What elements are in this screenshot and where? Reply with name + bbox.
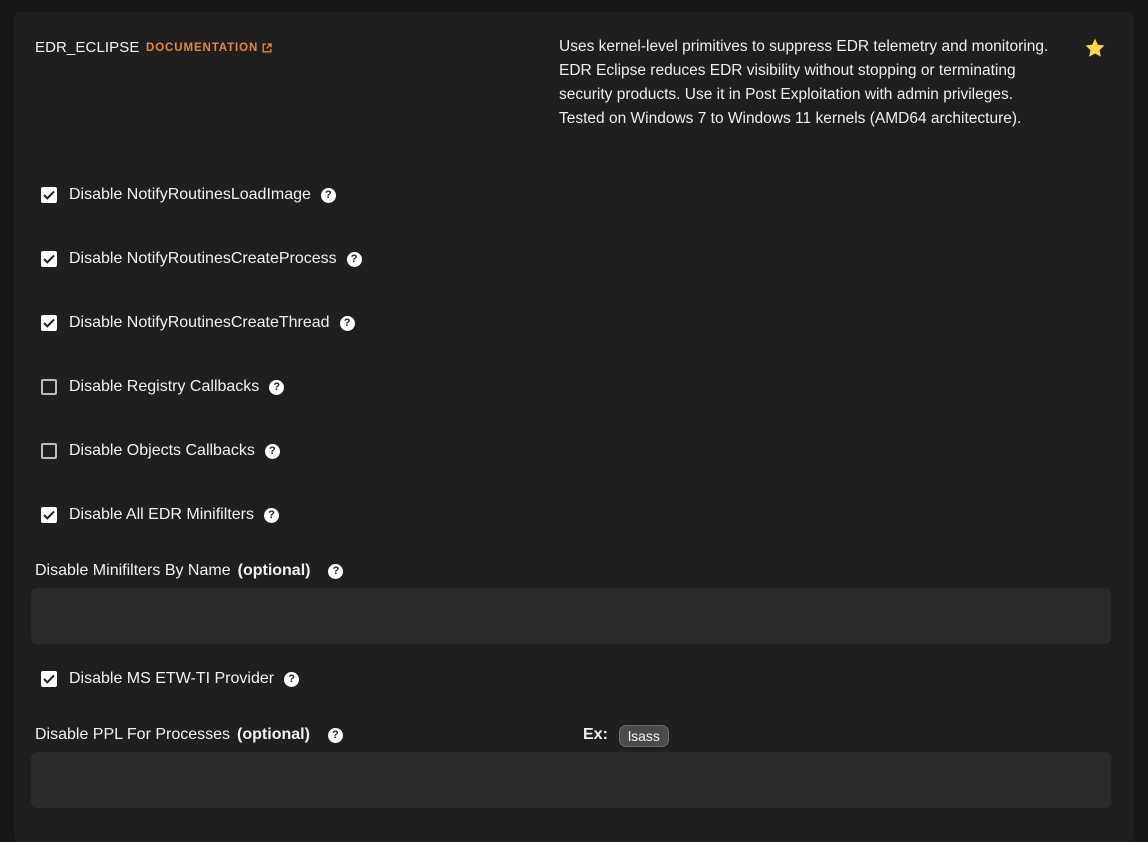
optional-tag: (optional) bbox=[237, 726, 310, 743]
option-notify-create-process[interactable]: Disable NotifyRoutinesCreateProcess ? bbox=[41, 248, 362, 270]
documentation-link-label: DOCUMENTATION bbox=[146, 42, 259, 54]
option-label: Disable NotifyRoutinesCreateThread bbox=[69, 314, 330, 331]
example-chip[interactable]: lsass bbox=[619, 725, 669, 747]
checkbox[interactable] bbox=[41, 187, 57, 203]
option-notify-load-image[interactable]: Disable NotifyRoutinesLoadImage ? bbox=[41, 184, 336, 206]
help-icon[interactable]: ? bbox=[284, 671, 300, 687]
checkbox[interactable] bbox=[41, 251, 57, 267]
option-objects-callbacks[interactable]: Disable Objects Callbacks ? bbox=[41, 440, 280, 462]
help-icon[interactable]: ? bbox=[339, 315, 355, 331]
option-label: Disable MS ETW-TI Provider bbox=[69, 670, 275, 687]
help-icon[interactable]: ? bbox=[328, 563, 344, 579]
star-icon[interactable] bbox=[1084, 37, 1106, 59]
option-registry-callbacks[interactable]: Disable Registry Callbacks ? bbox=[41, 376, 285, 398]
optional-tag: (optional) bbox=[237, 562, 311, 579]
help-icon[interactable]: ? bbox=[263, 507, 279, 523]
checkbox[interactable] bbox=[41, 507, 57, 523]
option-label: Disable NotifyRoutinesLoadImage bbox=[69, 186, 311, 203]
help-icon[interactable]: ? bbox=[264, 443, 280, 459]
ppl-processes-input[interactable] bbox=[31, 752, 1111, 808]
minifilters-field-label: Disable Minifilters By Name (optional) ? bbox=[35, 560, 344, 582]
checkmark-icon bbox=[43, 254, 55, 264]
checkbox[interactable] bbox=[41, 671, 57, 687]
external-link-icon bbox=[262, 43, 272, 53]
checkmark-icon bbox=[43, 190, 55, 200]
checkmark-icon bbox=[43, 674, 55, 684]
checkbox[interactable] bbox=[41, 315, 57, 331]
documentation-link[interactable]: DOCUMENTATION bbox=[146, 42, 272, 54]
option-label: Disable All EDR Minifilters bbox=[69, 506, 254, 523]
field-label-text: Disable Minifilters By Name bbox=[35, 562, 231, 579]
help-icon[interactable]: ? bbox=[269, 379, 285, 395]
checkmark-icon bbox=[43, 318, 55, 328]
checkbox[interactable] bbox=[41, 379, 57, 395]
checkbox[interactable] bbox=[41, 443, 57, 459]
option-label: Disable NotifyRoutinesCreateProcess bbox=[69, 250, 337, 267]
option-label: Disable Objects Callbacks bbox=[69, 442, 255, 459]
help-icon[interactable]: ? bbox=[320, 187, 336, 203]
module-card: EDR_ECLIPSE DOCUMENTATION Uses kernel-le… bbox=[14, 12, 1134, 842]
module-description: Uses kernel-level primitives to suppress… bbox=[559, 38, 1049, 127]
help-icon[interactable]: ? bbox=[327, 727, 343, 743]
checkmark-icon bbox=[43, 510, 55, 520]
example-label: Ex: bbox=[583, 726, 608, 743]
option-etw-ti-provider[interactable]: Disable MS ETW-TI Provider ? bbox=[41, 668, 300, 690]
field-label-text: Disable PPL For Processes bbox=[35, 726, 231, 743]
minifilters-name-input[interactable] bbox=[31, 588, 1111, 644]
option-notify-create-thread[interactable]: Disable NotifyRoutinesCreateThread ? bbox=[41, 312, 355, 334]
module-title: EDR_ECLIPSE bbox=[35, 39, 140, 56]
option-all-minifilters[interactable]: Disable All EDR Minifilters ? bbox=[41, 504, 279, 526]
ppl-field-label: Disable PPL For Processes (optional) ? bbox=[35, 724, 343, 746]
option-label: Disable Registry Callbacks bbox=[69, 378, 260, 395]
help-icon[interactable]: ? bbox=[346, 251, 362, 267]
